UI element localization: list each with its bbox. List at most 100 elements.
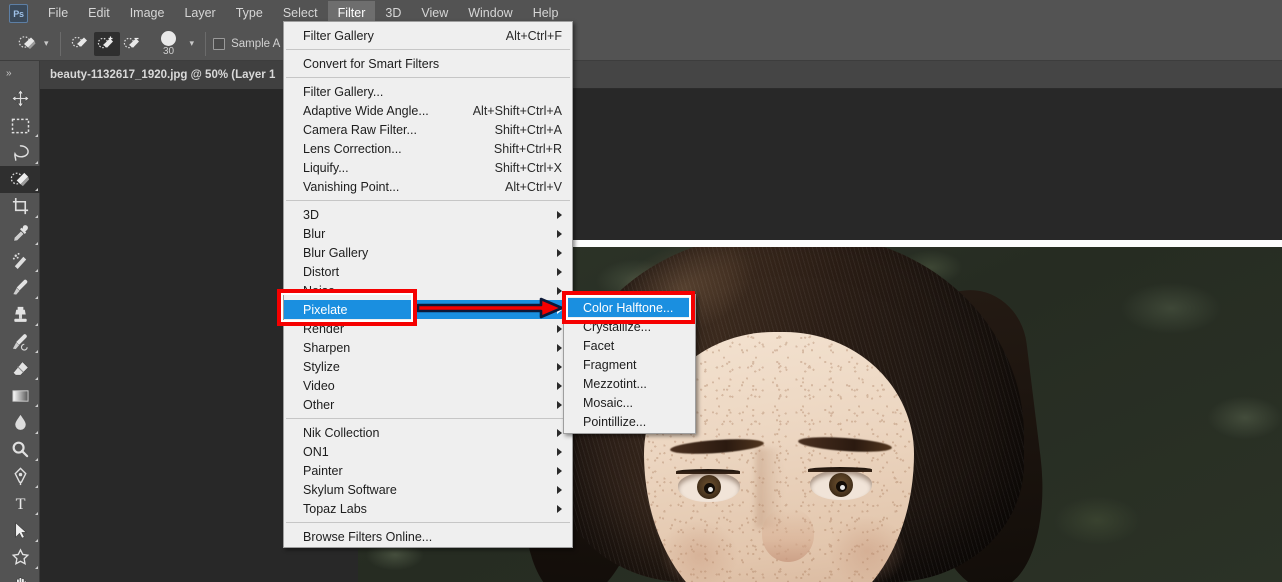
submenu-arrow-icon	[557, 504, 562, 513]
tool-preset-chevron-down-icon[interactable]: ▾	[44, 38, 49, 49]
submenu-arrow-icon	[557, 485, 562, 494]
pixelate-item-fragment[interactable]: Fragment	[564, 355, 695, 374]
filter-menu-item-lens-correction[interactable]: Lens Correction... Shift+Ctrl+R	[284, 139, 572, 158]
gradient-tool[interactable]	[0, 382, 40, 409]
filter-menu-item-blur[interactable]: Blur	[284, 224, 572, 243]
eye-glint-right	[840, 485, 845, 490]
crop-tool[interactable]	[0, 193, 40, 220]
filter-menu-item-skylum-software[interactable]: Skylum Software	[284, 480, 572, 499]
menu-item-label: Filter Gallery	[303, 28, 374, 43]
tool-expand-corner-icon	[35, 134, 38, 137]
pixelate-item-facet[interactable]: Facet	[564, 336, 695, 355]
filter-menu-item-other[interactable]: Other	[284, 395, 572, 414]
iris-right	[829, 473, 853, 497]
dodge-tool[interactable]	[0, 436, 40, 463]
filter-menu-item-convert-for-smart-filters[interactable]: Convert for Smart Filters	[284, 54, 572, 73]
blur-tool[interactable]	[0, 409, 40, 436]
pixelate-item-crystallize[interactable]: Crystallize...	[564, 317, 695, 336]
menu-item-label: Topaz Labs	[303, 501, 367, 516]
menu-item-label: Convert for Smart Filters	[303, 56, 440, 71]
type-tool[interactable]: T	[0, 490, 40, 517]
filter-menu-item-adaptive-wide-angle[interactable]: Adaptive Wide Angle... Alt+Shift+Ctrl+A	[284, 101, 572, 120]
brush-tool[interactable]	[0, 274, 40, 301]
filter-menu-item-on1[interactable]: ON1	[284, 442, 572, 461]
filter-menu-item-camera-raw-filter[interactable]: Camera Raw Filter... Shift+Ctrl+A	[284, 120, 572, 139]
pen-tool[interactable]	[0, 463, 40, 490]
eraser-tool[interactable]	[0, 355, 40, 382]
menu-item-shortcut: Alt+Ctrl+F	[505, 28, 562, 43]
menu-file[interactable]: File	[38, 1, 78, 26]
cheek-shading-left	[660, 520, 738, 582]
eye-glint-left	[708, 487, 713, 492]
pixelate-submenu[interactable]: Color Halftone... Crystallize... Facet Frag…	[563, 294, 696, 434]
custom-shape-tool-icon	[11, 548, 29, 566]
pixelate-item-pointillize[interactable]: Pointillize...	[564, 412, 695, 431]
tool-expand-corner-icon	[35, 296, 38, 299]
menu-separator	[286, 200, 570, 201]
filter-menu-item-painter[interactable]: Painter	[284, 461, 572, 480]
eyelash-left	[676, 469, 740, 474]
submenu-arrow-icon	[557, 381, 562, 390]
filter-menu-item-3d[interactable]: 3D	[284, 205, 572, 224]
filter-menu-item-sharpen[interactable]: Sharpen	[284, 338, 572, 357]
cheek-shading-right	[828, 516, 906, 582]
brush-tool-icon	[12, 279, 27, 295]
rectangular-marquee-tool[interactable]	[0, 112, 40, 139]
menu-edit[interactable]: Edit	[78, 1, 120, 26]
menu-item-label: Fragment	[583, 357, 637, 372]
menu-layer[interactable]: Layer	[174, 1, 225, 26]
menu-type[interactable]: Type	[226, 1, 273, 26]
selection-add-icon[interactable]	[93, 31, 120, 56]
filter-menu-item-vanishing-point[interactable]: Vanishing Point... Alt+Ctrl+V	[284, 177, 572, 196]
pixelate-item-mosaic[interactable]: Mosaic...	[564, 393, 695, 412]
photoshop-logo-icon: Ps	[9, 4, 28, 23]
selection-new-icon[interactable]	[68, 32, 94, 56]
brush-size-preview[interactable]: 30	[152, 29, 186, 59]
svg-text:T: T	[15, 496, 25, 513]
lasso-tool[interactable]	[0, 139, 40, 166]
pixelate-item-mezzotint[interactable]: Mezzotint...	[564, 374, 695, 393]
hand-tool[interactable]	[0, 571, 40, 582]
history-brush-tool-icon	[12, 334, 28, 351]
filter-menu-item-blur-gallery[interactable]: Blur Gallery	[284, 243, 572, 262]
sample-all-layers-checkbox[interactable]	[213, 37, 226, 50]
filter-menu-item-topaz-labs[interactable]: Topaz Labs	[284, 499, 572, 518]
filter-menu-dropdown[interactable]: Filter Gallery Alt+Ctrl+F Convert for Smar…	[283, 21, 573, 548]
quick-selection-tool-preset-icon[interactable]	[14, 32, 40, 56]
submenu-arrow-icon	[557, 447, 562, 456]
quick-selection-tool[interactable]	[0, 166, 40, 193]
spot-healing-brush-tool[interactable]	[0, 247, 40, 274]
filter-menu-item-filter-gallery[interactable]: Filter Gallery...	[284, 82, 572, 101]
move-tool[interactable]	[0, 85, 40, 112]
menu-item-label: Mosaic...	[583, 395, 634, 410]
tool-expand-corner-icon	[35, 485, 38, 488]
custom-shape-tool[interactable]	[0, 544, 40, 571]
submenu-arrow-icon	[557, 400, 562, 409]
menu-item-label: Color Halftone...	[583, 300, 674, 315]
path-selection-tool[interactable]	[0, 517, 40, 544]
tool-expand-corner-icon	[35, 242, 38, 245]
filter-menu-item-distort[interactable]: Distort	[284, 262, 572, 281]
document-tab[interactable]: beauty-1132617_1920.jpg @ 50% (Layer 1	[40, 61, 287, 89]
pixelate-item-color-halftone[interactable]: Color Halftone...	[564, 298, 695, 317]
menu-image[interactable]: Image	[120, 1, 175, 26]
brush-size-value: 30	[162, 45, 175, 57]
filter-menu-item-nik-collection[interactable]: Nik Collection	[284, 423, 572, 442]
filter-menu-item-stylize[interactable]: Stylize	[284, 357, 572, 376]
submenu-arrow-icon	[557, 267, 562, 276]
filter-menu-item-render[interactable]: Render	[284, 319, 572, 338]
filter-menu-item-filter-gallery[interactable]: Filter Gallery Alt+Ctrl+F	[284, 26, 572, 45]
menu-item-shortcut: Alt+Ctrl+V	[505, 179, 562, 194]
clone-stamp-tool[interactable]	[0, 301, 40, 328]
selection-subtract-icon[interactable]	[120, 32, 146, 56]
filter-menu-item-browse-filters-online[interactable]: Browse Filters Online...	[284, 527, 572, 546]
filter-menu-item-liquify[interactable]: Liquify... Shift+Ctrl+X	[284, 158, 572, 177]
filter-menu-item-video[interactable]: Video	[284, 376, 572, 395]
tool-expand-corner-icon	[35, 215, 38, 218]
eyedropper-tool[interactable]	[0, 220, 40, 247]
menu-item-label: Pixelate	[303, 302, 348, 317]
brush-options-chevron-down-icon[interactable]: ▾	[190, 38, 195, 49]
submenu-arrow-icon	[557, 466, 562, 475]
toolbar-collapse-button[interactable]: »	[0, 63, 40, 83]
history-brush-tool[interactable]	[0, 328, 40, 355]
